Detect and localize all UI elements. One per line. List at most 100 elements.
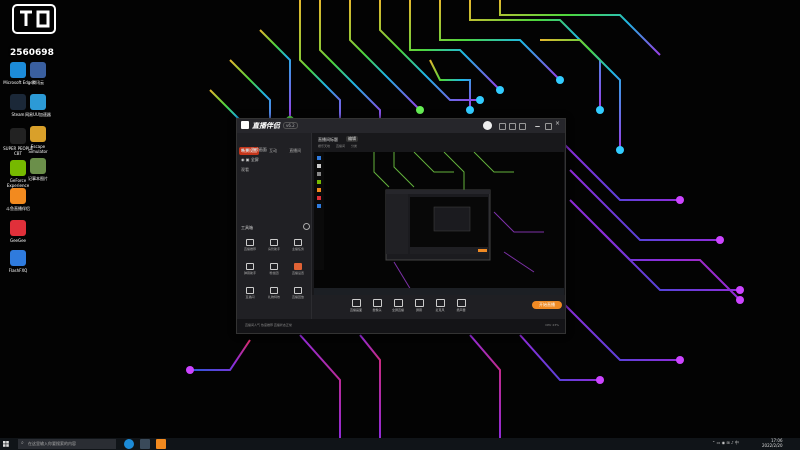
bottom-tool-label: 屏幕 — [415, 308, 422, 312]
live-preview[interactable] — [314, 152, 564, 295]
desktop-icon[interactable]: 斗鱼直播伴侣 — [2, 188, 34, 211]
setting-icon — [294, 263, 302, 270]
desktop-icon-label: FlashFXQ — [8, 268, 28, 273]
bottom-tool[interactable]: 直播画面 — [346, 299, 366, 312]
tab-watch[interactable]: 观看 — [239, 166, 251, 174]
left-tabs: 场景设置 互动 直播间 观看 — [239, 137, 311, 172]
scene-item-game[interactable]: ◉ ▣ 游戏画面 — [241, 147, 267, 153]
tab-interact[interactable]: 互动 — [267, 147, 279, 155]
desktop-icon-label: 网易UU加速器 — [25, 112, 51, 117]
main-panel: 直播间标题 编辑 娱乐天地 直播间 分类 直播画面 摄像头 全屏直播 屏幕 麦克… — [312, 133, 565, 319]
speaker-icon — [456, 299, 466, 307]
desktop-icon-label: Escape Simulator — [28, 144, 48, 154]
bottom-tool[interactable]: 屏幕 — [409, 299, 429, 312]
desktop-icon-label: 斗鱼直播伴侣 — [6, 206, 30, 211]
category-item[interactable]: 娱乐天地 — [318, 144, 330, 148]
tool-item[interactable]: 直播设置 — [287, 263, 309, 275]
app-logo-icon — [241, 121, 249, 129]
bottom-tool[interactable]: 麦克风 — [430, 299, 450, 312]
bottom-toolbar: 直播画面 摄像头 全屏直播 屏幕 麦克风 扬声器 开始直播 — [312, 295, 565, 319]
bottom-tool[interactable]: 摄像头 — [367, 299, 387, 312]
desktop-icon-label: 记事本图片 — [28, 176, 48, 181]
message-icon[interactable] — [499, 123, 506, 130]
app-icon — [30, 62, 46, 78]
category-item[interactable]: 分类 — [351, 144, 357, 148]
tool-item[interactable]: 直播推荐 — [239, 239, 261, 251]
tool-label: 直播间 — [245, 295, 255, 299]
escape-icon — [30, 126, 46, 142]
desktop-icon[interactable]: 网易UU加速器 — [22, 94, 54, 117]
category-item[interactable]: 直播间 — [336, 144, 345, 148]
tool-label: 直播设置 — [291, 271, 304, 275]
tool-label: 主播任务 — [291, 247, 304, 251]
maximize-icon[interactable] — [545, 123, 552, 130]
bottom-tool-label: 摄像头 — [372, 308, 382, 312]
edge-taskbar-icon[interactable] — [124, 439, 134, 449]
clock[interactable]: 17:06 2022/2/20 — [762, 438, 783, 448]
windows-start-icon[interactable] — [3, 441, 9, 447]
tool-item[interactable]: 弹幕助手 — [239, 263, 261, 275]
minimize-icon[interactable] — [535, 123, 540, 127]
close-icon[interactable]: × — [555, 120, 560, 127]
bottom-tool[interactable]: 全屏直播 — [388, 299, 408, 312]
desktop-icon[interactable]: 记事本图片 — [22, 158, 54, 181]
desktop-icon[interactable]: FlashFXQ — [2, 250, 34, 273]
toolbox-gear-icon[interactable] — [303, 223, 310, 230]
status-cpu: CPU 23% — [545, 323, 559, 327]
desktop-icon-label: 腾讯云 — [32, 80, 44, 85]
app-brand: 直播伴侣 — [241, 121, 280, 131]
tool-item[interactable]: 粉丝团 — [263, 263, 285, 275]
app-titlebar: 直播伴侣 v6.2 × — [237, 119, 565, 133]
admin-icon — [270, 239, 278, 246]
start-live-button[interactable]: 开始直播 — [532, 301, 562, 309]
app-brand-label: 直播伴侣 — [252, 122, 280, 130]
scene-item-label: 全屏 — [250, 157, 259, 162]
clock-date: 2022/2/20 — [762, 443, 783, 448]
tab-room[interactable]: 直播间 — [287, 147, 303, 155]
room-icon — [246, 287, 254, 294]
desktop-icon[interactable]: Escape Simulator — [22, 126, 54, 154]
stream-overlay: 2560698 — [4, 2, 56, 58]
desktop-icon[interactable]: 腾讯云 — [22, 62, 54, 85]
scene-item-fullscreen[interactable]: ◉ ▣ 全屏 — [241, 157, 259, 163]
desktop: 2560698 Microsoft Edge Steam SUPER PEOPLE … — [0, 0, 800, 438]
camera-icon — [372, 299, 382, 307]
desktop-icon[interactable]: GeeGee — [2, 220, 34, 243]
bottom-tool-label: 直播画面 — [349, 308, 362, 312]
avatar[interactable] — [483, 121, 492, 130]
tool-item[interactable]: 主播任务 — [287, 239, 309, 251]
left-panel: 场景设置 互动 直播间 观看 ◉ ▣ 游戏画面 ◉ ▣ 全屏 工具箱 直播推荐 房… — [237, 133, 312, 319]
taskbar: ⌕ 在这里输入你要搜索的内容 ⌃ ▭ ◉ ⊞ ♪ 中 17:06 2022/2/… — [0, 438, 800, 450]
edit-title-button[interactable]: 编辑 — [346, 136, 358, 142]
category-row: 娱乐天地 直播间 分类 — [318, 144, 362, 148]
tool-label: 礼物特效 — [267, 295, 280, 299]
tool-item[interactable]: 直播回放 — [287, 287, 309, 299]
search-placeholder: 在这里输入你要搜索的内容 — [28, 441, 76, 446]
replay-icon — [294, 287, 302, 294]
tool-item[interactable]: 房管助手 — [263, 239, 285, 251]
desktop-icon-label: GeeGee — [9, 238, 27, 243]
douyu-taskbar-icon[interactable] — [156, 439, 166, 449]
flash-icon — [10, 250, 26, 266]
skin-icon[interactable] — [509, 123, 516, 130]
status-text: 直播间人气 热度推荐 直播状态正常 — [245, 323, 292, 327]
version-badge[interactable]: v6.2 — [283, 122, 298, 129]
settings-icon[interactable] — [519, 123, 526, 130]
tool-label: 直播回放 — [291, 295, 304, 299]
status-bar: 直播间人气 热度推荐 直播状态正常 CPU 23% — [237, 319, 565, 333]
taskbar-search[interactable]: ⌕ 在这里输入你要搜索的内容 — [18, 439, 116, 449]
bottom-tool[interactable]: 扬声器 — [451, 299, 471, 312]
tool-label: 直播推荐 — [243, 247, 256, 251]
douyu-icon — [10, 188, 26, 204]
bottom-tool-label: 全屏直播 — [391, 308, 404, 312]
preview-screen — [314, 152, 564, 295]
task-icon — [294, 239, 302, 246]
bottom-tool-label: 扬声器 — [456, 308, 466, 312]
monitor-icon — [414, 299, 424, 307]
tool-item[interactable]: 直播间 — [239, 287, 261, 299]
system-tray[interactable]: ⌃ ▭ ◉ ⊞ ♪ 中 — [712, 440, 739, 446]
explorer-taskbar-icon[interactable] — [140, 439, 150, 449]
room-title: 直播间标题 — [318, 137, 338, 142]
fans-icon — [270, 263, 278, 270]
tool-item[interactable]: 礼物特效 — [263, 287, 285, 299]
